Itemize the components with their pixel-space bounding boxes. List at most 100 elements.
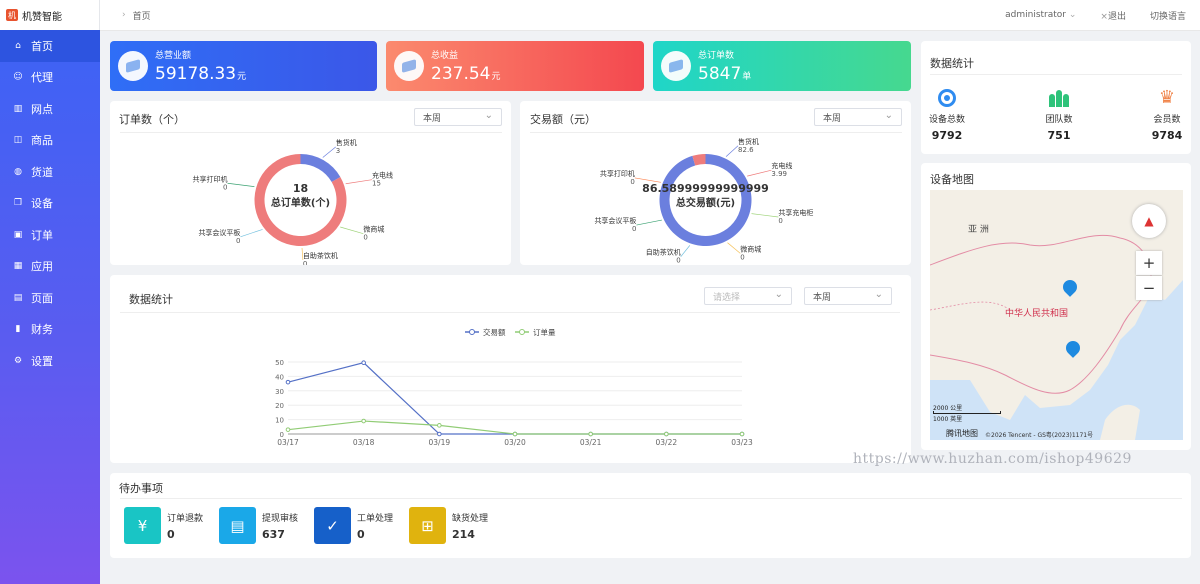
box-icon bbox=[394, 51, 424, 81]
stat-label: 团队数 bbox=[1045, 115, 1073, 125]
sidebar-item-label: 代理 bbox=[31, 71, 53, 85]
todo-value: 214 bbox=[452, 527, 475, 541]
donut-slice bbox=[300, 154, 341, 182]
logout-button[interactable]: ×退出 bbox=[1100, 9, 1126, 22]
sidebar-item-7[interactable]: ▦ 应用 bbox=[0, 251, 100, 283]
label-line bbox=[345, 179, 373, 185]
sidebar-item-9[interactable]: ▮ 财务 bbox=[0, 314, 100, 346]
slice-value: 0 bbox=[630, 178, 634, 186]
data-point bbox=[588, 431, 593, 437]
breadcrumb-home[interactable]: 首页 bbox=[133, 9, 151, 22]
building-icon: ▥ bbox=[13, 103, 23, 114]
stat-label: 总订单数 bbox=[698, 51, 735, 61]
line-panel-title: 数据统计 bbox=[129, 293, 173, 306]
stat-label: 设备总数 bbox=[928, 115, 965, 125]
x-tick-label: 03/20 bbox=[504, 438, 526, 447]
legend-label: 交易额 bbox=[483, 327, 506, 337]
data-point bbox=[361, 360, 366, 366]
map-provider: 腾讯地图 bbox=[946, 429, 978, 438]
sidebar-item-label: 首页 bbox=[31, 39, 53, 53]
trade-donut-chart: 售货机82.6充电线3.99共享充电柜0微商城0自助茶饮机0共享会议平板0共享打… bbox=[594, 137, 813, 265]
y-tick-label: 10 bbox=[275, 417, 284, 425]
slice-value: 0 bbox=[303, 260, 307, 265]
device-map[interactable]: 亚 洲 中华人民共和国 ▲ + − 2000 公里 1000 英里 腾讯地图 ©… bbox=[930, 190, 1183, 440]
slice-label: 售货机 bbox=[336, 138, 357, 147]
sidebar-item-6[interactable]: ▣ 订单 bbox=[0, 219, 100, 251]
team-stat: 团队数 751 bbox=[1029, 89, 1089, 142]
slice-value: 0 bbox=[223, 183, 227, 191]
sidebar-item-label: 设备 bbox=[31, 197, 53, 211]
todo-value: 0 bbox=[167, 527, 175, 541]
slice-label: 共享打印机 bbox=[600, 169, 635, 178]
x-tick-label: 03/17 bbox=[277, 438, 299, 447]
stat-value: 5847单 bbox=[698, 64, 752, 84]
divider bbox=[120, 498, 1182, 499]
label-line bbox=[725, 145, 739, 157]
map-scale-bar bbox=[933, 411, 1001, 414]
slice-label: 共享会议平板 bbox=[198, 228, 240, 237]
slice-value: 15 bbox=[372, 180, 381, 188]
todo-refund[interactable]: ¥ 订单退款 0 bbox=[124, 507, 203, 544]
crown-icon: ♛ bbox=[1158, 87, 1176, 108]
sidebar-item-10[interactable]: ⚙ 设置 bbox=[0, 345, 100, 377]
sidebar-item-label: 货道 bbox=[31, 165, 53, 179]
order-period-select[interactable]: 本周 bbox=[414, 108, 502, 126]
zoom-in-button[interactable]: + bbox=[1136, 251, 1162, 275]
compass-icon[interactable]: ▲ bbox=[1132, 204, 1166, 238]
order-donut-chart: 售货机3充电线15微商城0自助茶饮机0共享会议平板0共享打印机0 18总订单数(个… bbox=[193, 138, 393, 265]
y-tick-label: 30 bbox=[275, 388, 284, 396]
sidebar-item-label: 订单 bbox=[31, 228, 53, 242]
sidebar-item-1[interactable]: ☺ 代理 bbox=[0, 62, 100, 94]
sidebar-item-5[interactable]: ❐ 设备 bbox=[0, 188, 100, 220]
stat-label: 总收益 bbox=[431, 51, 459, 61]
todo-ticket[interactable]: ✓ 工单处理 0 bbox=[314, 507, 393, 544]
sidebar-item-8[interactable]: ▤ 页面 bbox=[0, 282, 100, 314]
sidebar-item-0[interactable]: ⌂ 首页 bbox=[0, 30, 100, 62]
stat-value: 751 bbox=[1047, 129, 1071, 142]
category-select[interactable]: 请选择 bbox=[704, 287, 792, 305]
topbar: › 首页 administrator ⌄ ×退出 切换语言 bbox=[100, 0, 1200, 31]
slice-label: 共享充电柜 bbox=[778, 208, 813, 217]
globe-icon: ◍ bbox=[14, 166, 22, 177]
chevron-down-icon: ⌄ bbox=[1068, 10, 1077, 20]
todo-label: 提现审核 bbox=[262, 513, 299, 524]
sidebar-item-label: 商品 bbox=[31, 134, 53, 148]
slice-value: 0 bbox=[778, 217, 782, 225]
user-menu[interactable]: administrator ⌄ bbox=[1005, 10, 1076, 20]
y-tick-label: 20 bbox=[275, 402, 284, 410]
todo-label: 工单处理 bbox=[357, 513, 394, 524]
legend-label: 订单量 bbox=[533, 327, 556, 337]
box-icon bbox=[118, 51, 148, 81]
line-period-select[interactable]: 本周 bbox=[804, 287, 892, 305]
slice-label: 微商城 bbox=[363, 225, 384, 234]
todo-title: 待办事项 bbox=[119, 482, 163, 495]
grid-icon: ▦ bbox=[13, 261, 23, 272]
sidebar-item-3[interactable]: ◫ 商品 bbox=[0, 125, 100, 157]
member-stat: ♛ 会员数 9784 bbox=[1137, 87, 1197, 143]
data-point bbox=[437, 431, 442, 437]
sidebar-item-2[interactable]: ▥ 网点 bbox=[0, 93, 100, 125]
data-point bbox=[285, 427, 291, 432]
todo-withdraw[interactable]: ▤ 提现审核 637 bbox=[219, 507, 298, 544]
x-tick-label: 03/19 bbox=[429, 438, 451, 447]
todo-label: 缺货处理 bbox=[452, 513, 489, 524]
language-button[interactable]: 切换语言 bbox=[1150, 9, 1186, 22]
sidebar-item-4[interactable]: ◍ 货道 bbox=[0, 156, 100, 188]
copy-icon: ❐ bbox=[13, 198, 23, 209]
right-stats-title: 数据统计 bbox=[930, 57, 974, 70]
slice-value: 0 bbox=[740, 253, 744, 261]
todo-restock[interactable]: ⊞ 缺货处理 214 bbox=[409, 507, 488, 544]
logout-label: 退出 bbox=[1107, 11, 1126, 22]
slice-label: 充电线 bbox=[771, 161, 792, 170]
data-point bbox=[739, 431, 745, 437]
logo: 机 机赞智能 bbox=[0, 0, 100, 30]
zoom-out-button[interactable]: − bbox=[1136, 276, 1162, 300]
chevron-right-icon: › bbox=[122, 10, 126, 20]
legend-marker bbox=[469, 329, 475, 335]
x-tick-label: 03/22 bbox=[656, 438, 678, 447]
trade-period-select[interactable]: 本周 bbox=[814, 108, 902, 126]
stat-card-orders: 总订单数 5847单 bbox=[653, 41, 911, 91]
trade-panel-title: 交易额（元） bbox=[530, 113, 596, 126]
label-line bbox=[340, 226, 364, 235]
data-point bbox=[361, 418, 366, 424]
